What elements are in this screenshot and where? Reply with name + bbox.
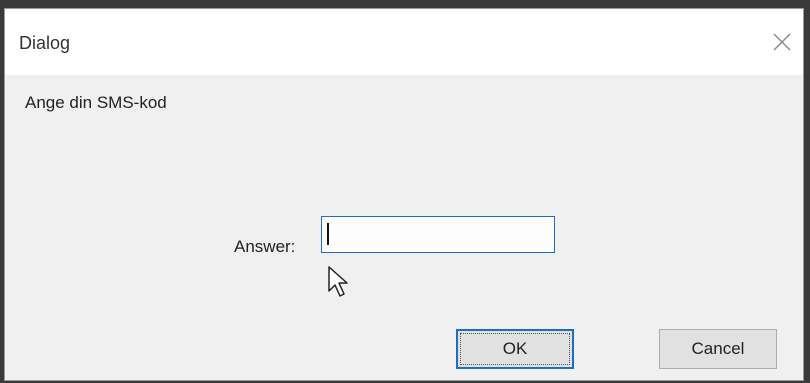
answer-input[interactable]	[321, 216, 555, 253]
window-title: Dialog	[19, 33, 71, 53]
cancel-button-label: Cancel	[691, 339, 745, 358]
title-bar[interactable]: Dialog	[5, 9, 803, 75]
cancel-button[interactable]: Cancel	[659, 329, 777, 369]
focus-rectangle	[460, 333, 570, 365]
mouse-pointer-icon	[327, 265, 351, 301]
ok-button[interactable]: OK	[456, 329, 574, 369]
text-caret	[327, 223, 329, 245]
prompt-text: Ange din SMS-kod	[25, 93, 167, 112]
dialog-window: Dialog Ange din SMS-kod Answer: OK Cance…	[4, 8, 804, 381]
answer-label: Answer:	[234, 237, 296, 256]
close-icon[interactable]	[767, 27, 797, 57]
